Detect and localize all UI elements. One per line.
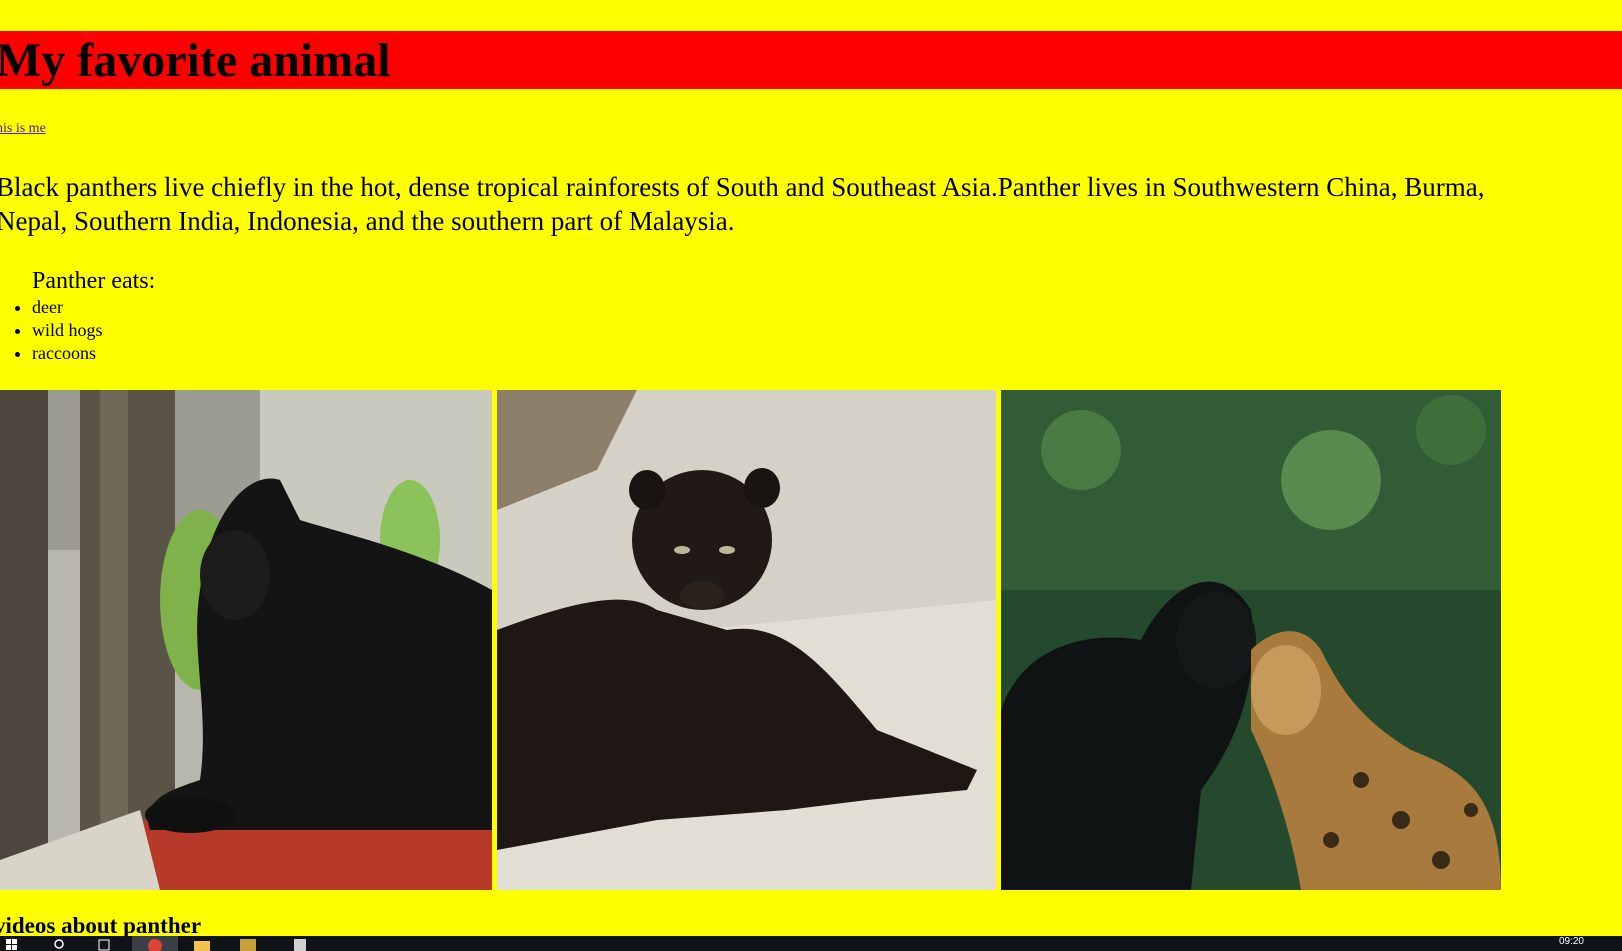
app-icon[interactable] bbox=[240, 938, 256, 951]
chrome-icon[interactable] bbox=[132, 936, 178, 951]
list-item: wild hogs bbox=[32, 319, 103, 342]
file-explorer-icon[interactable] bbox=[194, 938, 210, 951]
title-banner: My favorite animal bbox=[0, 31, 1622, 89]
list-item: raccoons bbox=[32, 342, 103, 365]
page: My favorite animal his is me Black panth… bbox=[0, 0, 1622, 951]
page-title: My favorite animal bbox=[0, 34, 391, 87]
app-icon-2[interactable] bbox=[292, 938, 308, 951]
start-icon[interactable] bbox=[6, 938, 18, 951]
habitat-paragraph: Black panthers live chiefly in the hot, … bbox=[0, 172, 1485, 236]
search-icon[interactable] bbox=[54, 938, 66, 951]
panther-photo-1 bbox=[0, 390, 492, 890]
food-list: deer wild hogs raccoons bbox=[0, 296, 103, 365]
task-view-icon[interactable] bbox=[98, 938, 110, 951]
clock[interactable]: 09:20 bbox=[1559, 936, 1584, 948]
panther-photo-3 bbox=[1001, 390, 1501, 890]
eats-heading: Panther eats: bbox=[32, 268, 156, 294]
me-link[interactable]: his is me bbox=[0, 121, 46, 137]
list-item: deer bbox=[32, 296, 103, 319]
panther-photo-2 bbox=[497, 390, 996, 890]
taskbar: 09:20 bbox=[0, 936, 1622, 951]
